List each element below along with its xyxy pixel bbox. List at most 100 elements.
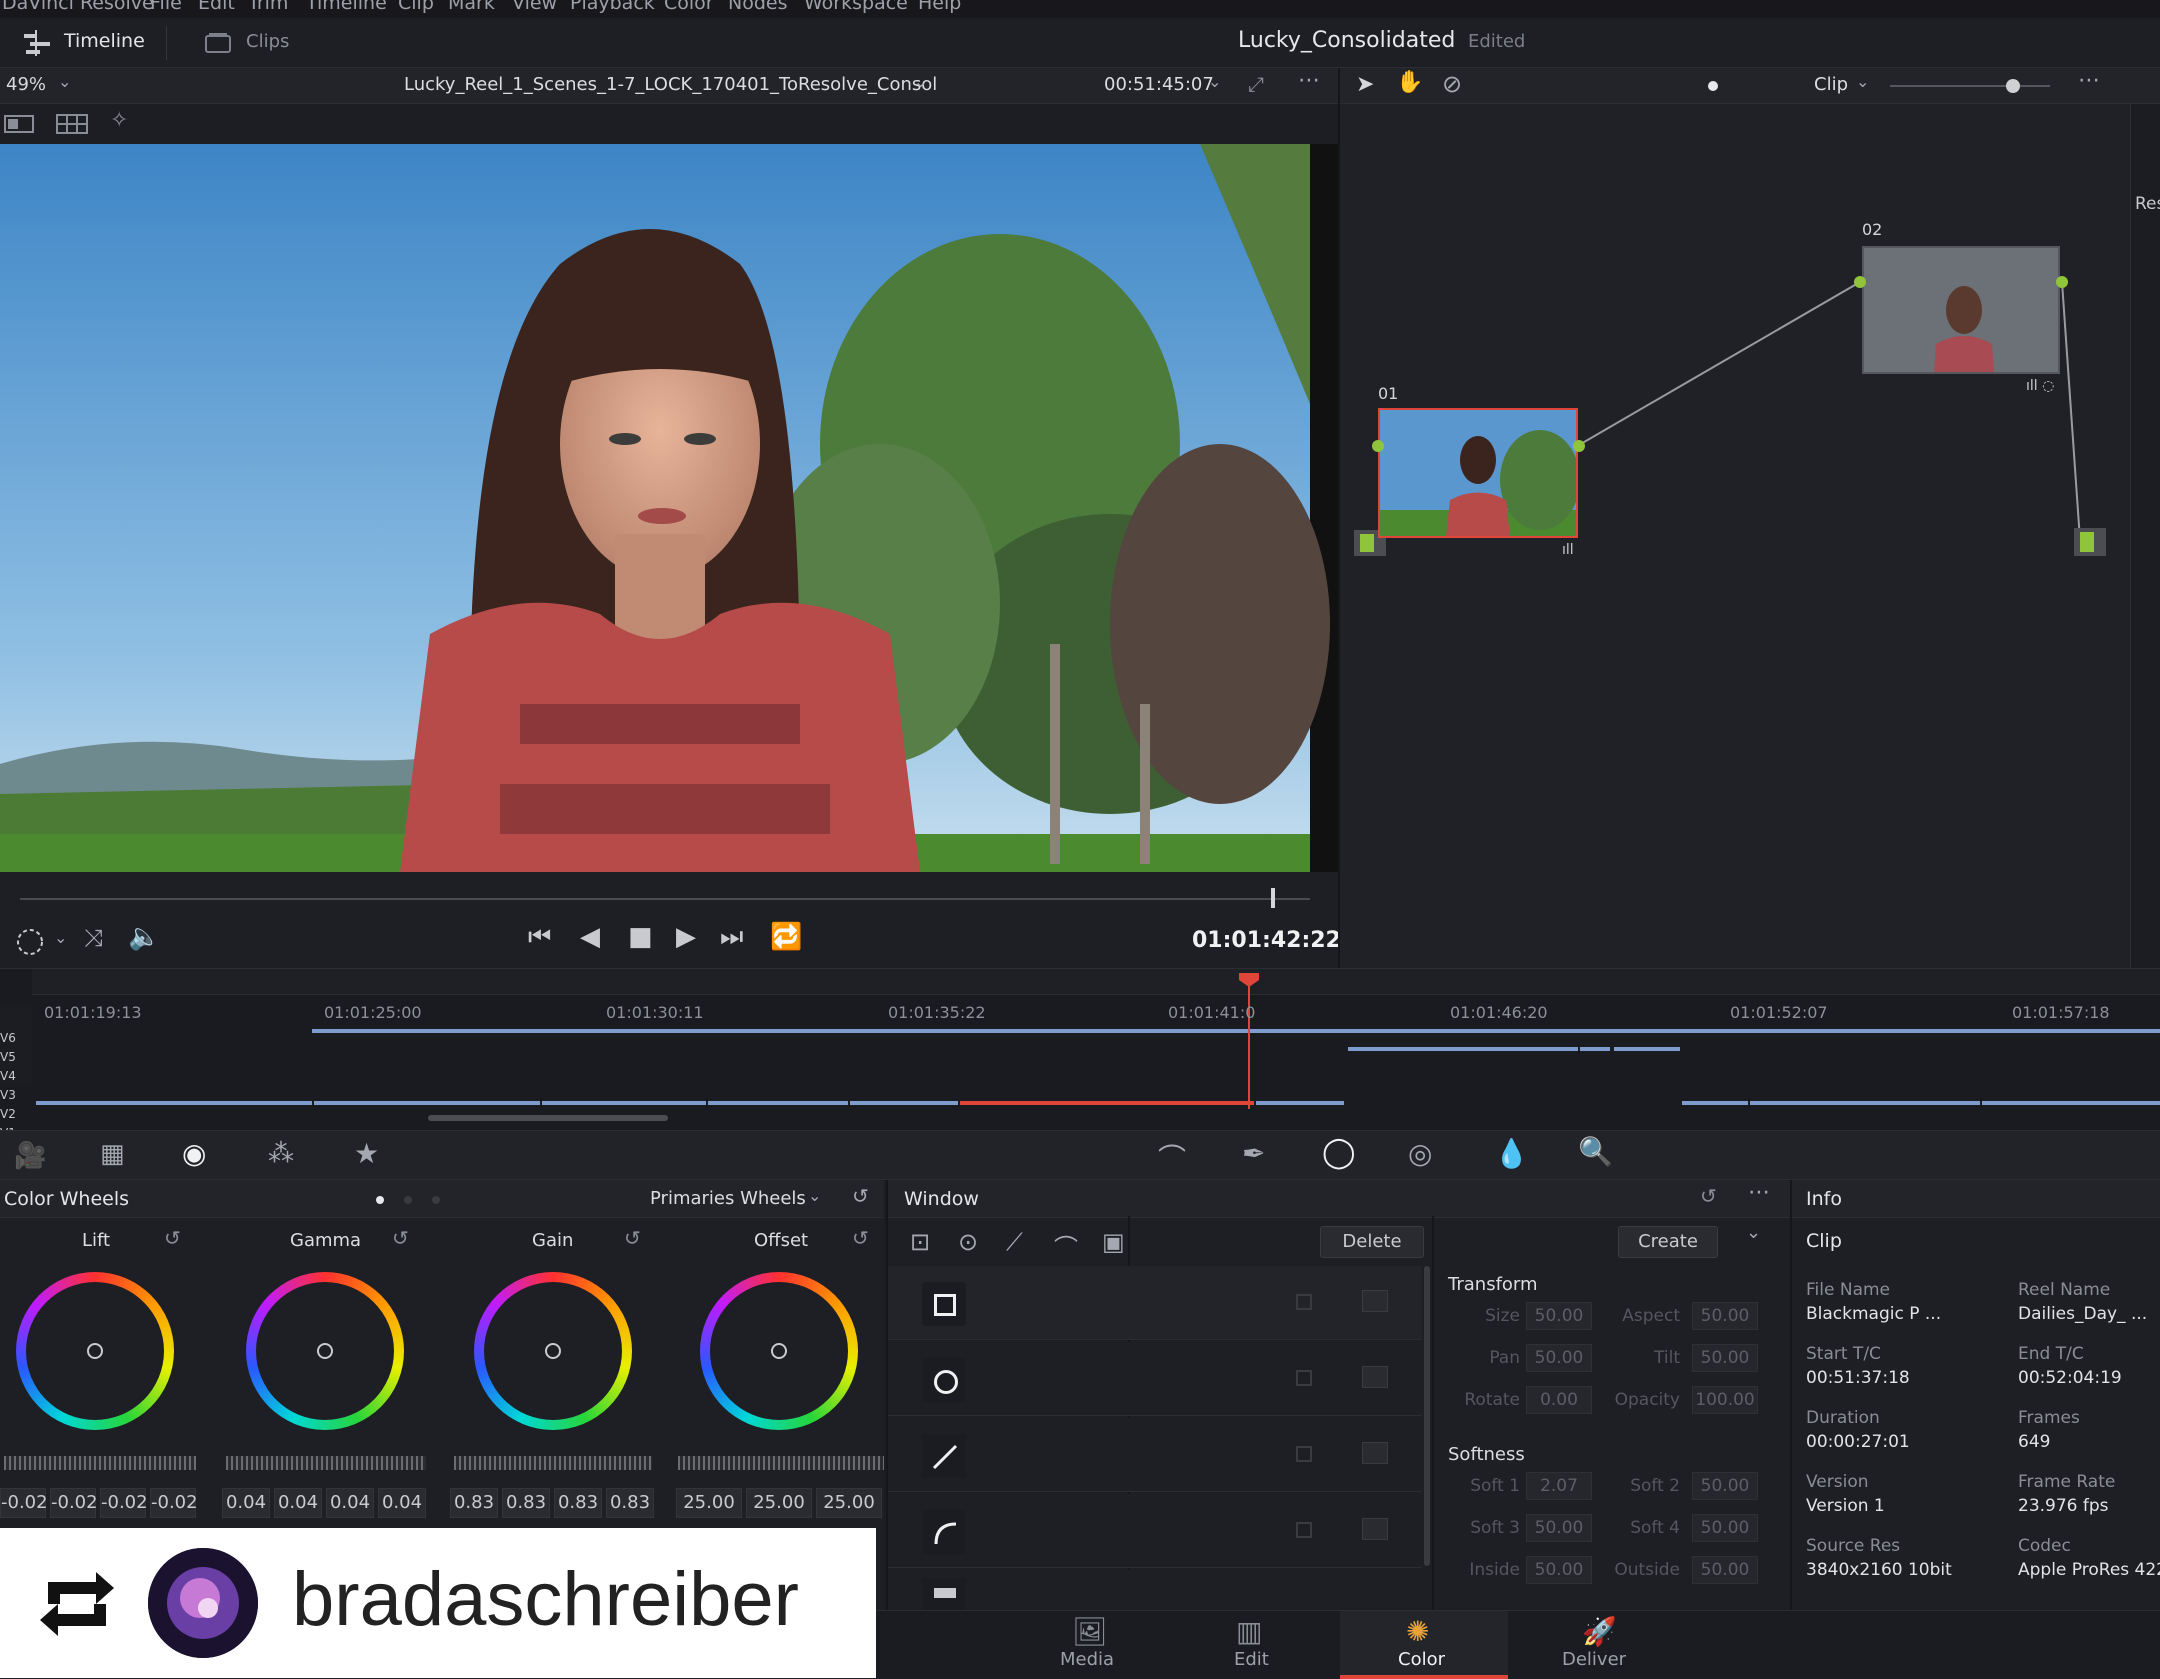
- clip-v1[interactable]: [1982, 1101, 2160, 1105]
- menu-help[interactable]: Help: [918, 0, 961, 14]
- loop-icon[interactable]: 🔁: [770, 922, 802, 952]
- gain-y-value[interactable]: 0.83: [450, 1488, 498, 1518]
- lift-y-value[interactable]: -0.02: [0, 1488, 48, 1518]
- add-polygon-icon[interactable]: ⟋: [1006, 1228, 1023, 1256]
- offset-b-value[interactable]: 25.00: [816, 1488, 882, 1518]
- clip-v1[interactable]: [542, 1101, 706, 1105]
- page-dot[interactable]: [376, 1196, 384, 1204]
- chevron-down-icon[interactable]: ⌄: [808, 1186, 821, 1205]
- gamma-g-value[interactable]: 0.04: [326, 1488, 374, 1518]
- tracker-icon[interactable]: ◎: [1408, 1137, 1432, 1170]
- menu-edit[interactable]: Edit: [198, 0, 235, 14]
- go-to-end-icon[interactable]: ⏭: [720, 922, 743, 953]
- shuffle-icon[interactable]: ⤨: [84, 924, 103, 952]
- gamma-b-value[interactable]: 0.04: [378, 1488, 426, 1518]
- loop-mode-icon[interactable]: [16, 928, 50, 956]
- reset-icon[interactable]: ↺: [852, 1184, 869, 1208]
- add-circle-icon[interactable]: ⊙: [958, 1228, 978, 1256]
- play-icon[interactable]: ▶: [676, 922, 696, 952]
- clip-v1[interactable]: [1682, 1101, 1748, 1105]
- clip-v4[interactable]: [1614, 1047, 1680, 1051]
- window-enable-toggle[interactable]: [1362, 1290, 1388, 1312]
- timeline-name[interactable]: Lucky_Reel_1_Scenes_1-7_LOCK_170401_ToRe…: [404, 74, 937, 95]
- clip-v4[interactable]: [1348, 1047, 1578, 1051]
- offset-puck[interactable]: [771, 1343, 787, 1359]
- node-02[interactable]: [1862, 246, 2060, 374]
- repost-username[interactable]: bradaschreiber: [292, 1556, 799, 1643]
- clip-v5[interactable]: [312, 1029, 2160, 1033]
- node-01[interactable]: [1378, 408, 1580, 538]
- clip-v1[interactable]: [1750, 1101, 1980, 1105]
- stop-icon[interactable]: ■: [628, 922, 653, 952]
- clip-v1[interactable]: [36, 1101, 312, 1105]
- window-enable-toggle[interactable]: [1362, 1442, 1388, 1464]
- lift-r-value[interactable]: -0.02: [50, 1488, 98, 1518]
- motion-effects-icon[interactable]: ★: [354, 1137, 379, 1170]
- wheels-mode-select[interactable]: Primaries Wheels: [650, 1188, 806, 1209]
- opacity-value[interactable]: 100.00: [1692, 1386, 1758, 1414]
- lift-puck[interactable]: [87, 1343, 103, 1359]
- reset-icon[interactable]: ↺: [852, 1226, 869, 1250]
- offset-master-wheel[interactable]: [678, 1456, 884, 1470]
- window-row-circle[interactable]: [888, 1342, 1422, 1416]
- clips-tab[interactable]: Clips: [246, 31, 289, 52]
- split-screen-icon[interactable]: [4, 114, 34, 134]
- node-zoom-slider[interactable]: [1890, 85, 2050, 87]
- reset-icon[interactable]: ↺: [392, 1226, 409, 1250]
- chevron-down-icon[interactable]: ⌄: [1208, 72, 1221, 91]
- window-row-gradient[interactable]: [888, 1570, 1422, 1610]
- menu-clip[interactable]: Clip: [398, 0, 434, 14]
- menu-nodes[interactable]: Nodes: [728, 0, 788, 14]
- magic-wand-icon[interactable]: ✧: [110, 108, 128, 133]
- menu-timeline[interactable]: Timeline: [306, 0, 387, 14]
- blur-icon[interactable]: 💧: [1494, 1137, 1529, 1170]
- zoom-select[interactable]: 49%: [6, 74, 46, 95]
- menu-workspace[interactable]: Workspace: [804, 0, 908, 14]
- chevron-down-icon[interactable]: ⌄: [58, 72, 71, 91]
- pan-value[interactable]: 50.00: [1526, 1344, 1592, 1372]
- color-wheels-icon[interactable]: ◉: [182, 1137, 206, 1170]
- edit-page-button[interactable]: ▥ Edit: [1176, 1611, 1326, 1679]
- gain-g-value[interactable]: 0.83: [554, 1488, 602, 1518]
- node-02-input[interactable]: [1854, 276, 1866, 288]
- window-invert-toggle[interactable]: [1296, 1294, 1312, 1310]
- clip-v4[interactable]: [1580, 1047, 1610, 1051]
- color-page-button[interactable]: ✺ Color: [1340, 1611, 1508, 1679]
- soft2-value[interactable]: 50.00: [1692, 1472, 1758, 1500]
- delete-button[interactable]: Delete: [1320, 1226, 1424, 1258]
- page-dot[interactable]: [432, 1196, 440, 1204]
- timeline-ruler[interactable]: [32, 969, 2160, 995]
- clip-v1[interactable]: [708, 1101, 848, 1105]
- scrubber-handle[interactable]: [1271, 888, 1276, 908]
- menu-app[interactable]: DaVinci Resolve: [2, 0, 154, 14]
- reset-icon[interactable]: ↺: [1700, 1184, 1717, 1208]
- camera-raw-icon[interactable]: 🎥: [14, 1141, 46, 1171]
- reset-icon[interactable]: ↺: [624, 1226, 641, 1250]
- soft1-value[interactable]: 2.07: [1526, 1472, 1592, 1500]
- window-row-curve[interactable]: [888, 1494, 1422, 1568]
- playhead[interactable]: [1248, 977, 1250, 1109]
- chevron-down-icon[interactable]: ⌄: [1746, 1222, 1761, 1243]
- gain-master-wheel[interactable]: [454, 1456, 652, 1470]
- menu-view[interactable]: View: [512, 0, 557, 14]
- timeline-scrollbar[interactable]: [428, 1115, 668, 1121]
- lift-b-value[interactable]: -0.02: [150, 1488, 198, 1518]
- window-row-square[interactable]: [888, 1266, 1422, 1340]
- go-to-start-icon[interactable]: ⏮: [528, 922, 551, 953]
- bypass-icon[interactable]: ⊘: [1442, 70, 1462, 98]
- node-02-output[interactable]: [2056, 276, 2068, 288]
- page-dot[interactable]: [404, 1196, 412, 1204]
- clip-v1[interactable]: [850, 1101, 958, 1105]
- soft3-value[interactable]: 50.00: [1526, 1514, 1592, 1542]
- menu-trim[interactable]: Trim: [248, 0, 288, 14]
- clip-v1[interactable]: [1256, 1101, 1344, 1105]
- source-timecode[interactable]: 00:51:45:07: [1104, 74, 1214, 95]
- chevron-down-icon[interactable]: ⌄: [1856, 72, 1869, 91]
- deliver-page-button[interactable]: 🚀 Deliver: [1522, 1611, 1672, 1679]
- inside-value[interactable]: 50.00: [1526, 1556, 1592, 1584]
- lift-g-value[interactable]: -0.02: [100, 1488, 148, 1518]
- create-button[interactable]: Create: [1618, 1226, 1718, 1258]
- outside-value[interactable]: 50.00: [1692, 1556, 1758, 1584]
- menu-playback[interactable]: Playback: [570, 0, 655, 14]
- gamma-master-wheel[interactable]: [226, 1456, 426, 1470]
